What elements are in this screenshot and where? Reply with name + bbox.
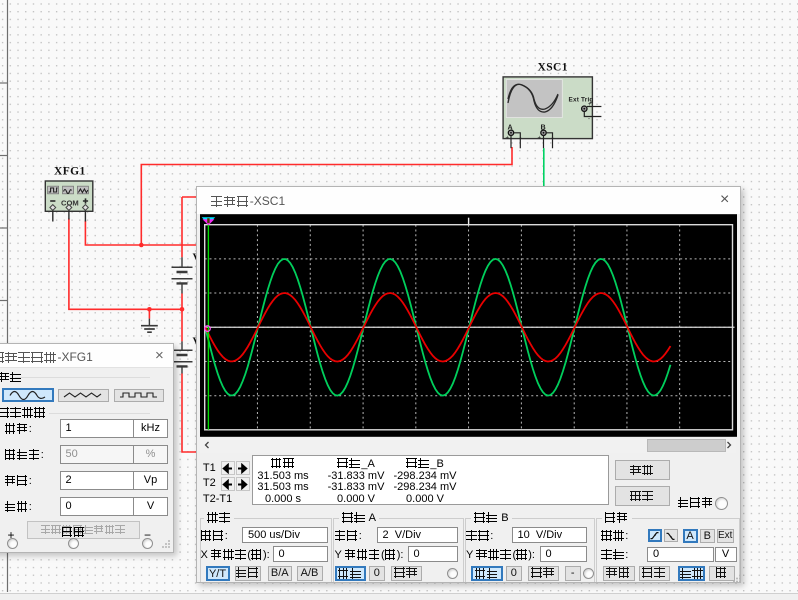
svg-text:XFG1: XFG1 <box>54 166 86 178</box>
svg-text:+: + <box>588 102 592 108</box>
svg-text:-: - <box>588 117 590 123</box>
svg-text:A: A <box>508 123 513 132</box>
svg-text:B: B <box>541 123 546 132</box>
svg-text:XSC1: XSC1 <box>538 62 568 74</box>
svg-text:+: + <box>538 136 542 142</box>
svg-text:+: + <box>506 136 510 142</box>
svg-text:-: - <box>552 136 554 142</box>
svg-text:-: - <box>520 136 522 142</box>
